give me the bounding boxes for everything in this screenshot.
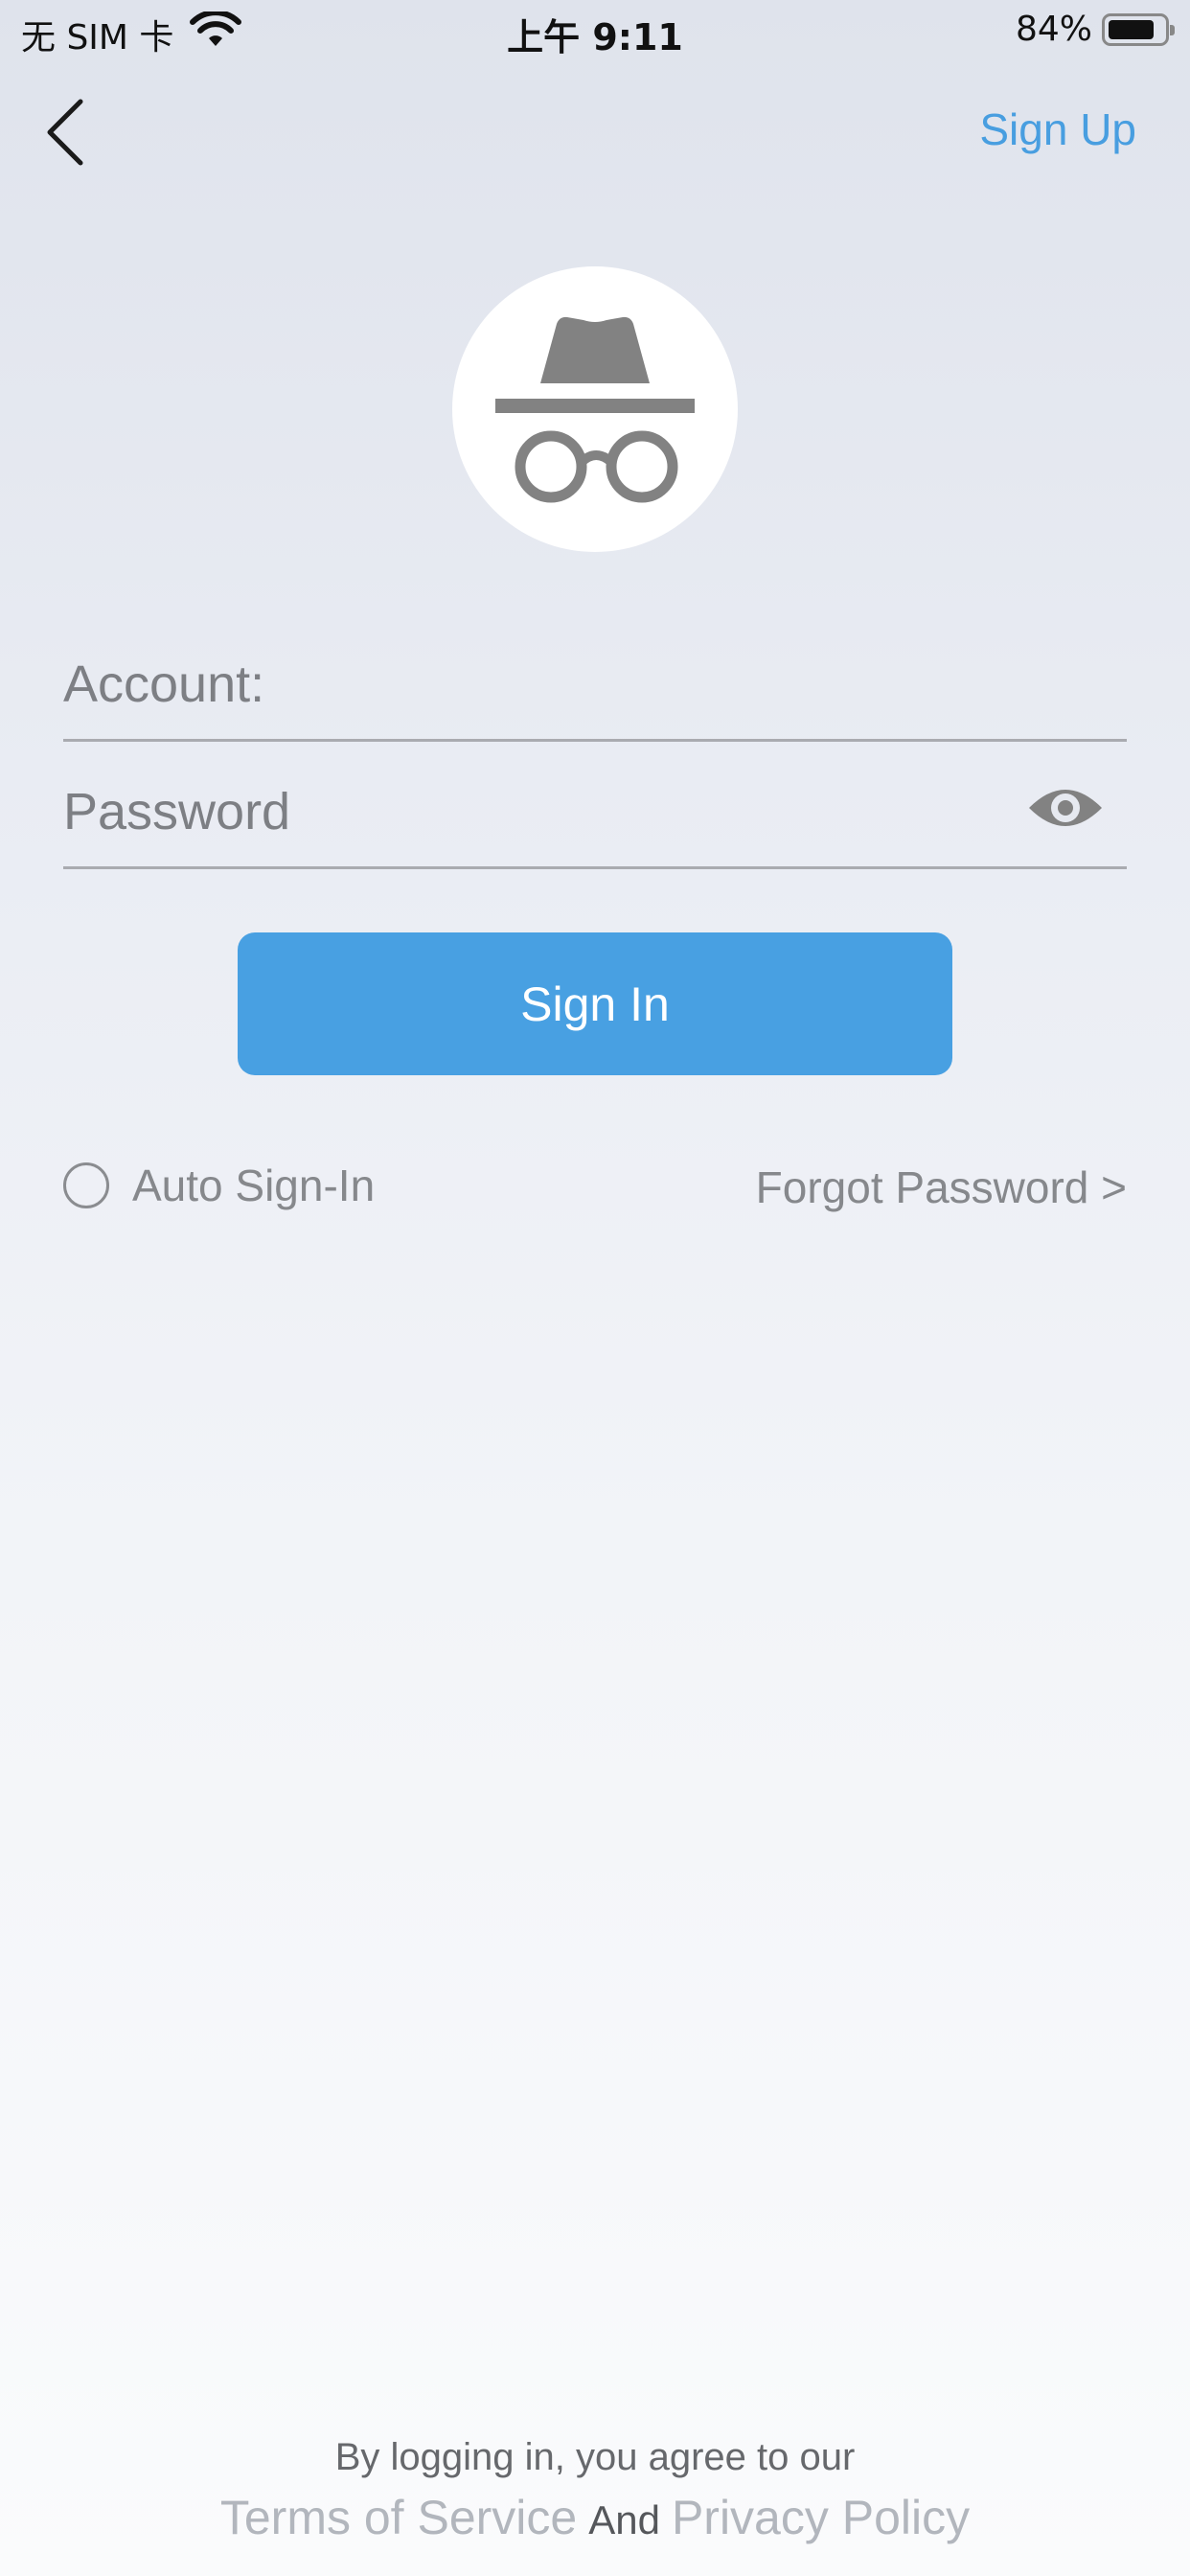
back-button[interactable]	[38, 96, 96, 169]
auto-sign-in-option[interactable]: Auto Sign-In	[63, 1160, 375, 1211]
eye-icon	[1029, 790, 1102, 826]
password-input[interactable]	[63, 773, 983, 850]
status-bar: 无 SIM 卡 上午 9:11 84%	[0, 0, 1190, 67]
privacy-policy-link[interactable]: Privacy Policy	[672, 2491, 970, 2544]
sign-in-button[interactable]: Sign In	[238, 932, 952, 1075]
battery-percent: 84%	[1015, 10, 1092, 49]
battery-cap	[1170, 24, 1175, 35]
sign-up-link[interactable]: Sign Up	[979, 104, 1136, 155]
status-right: 84%	[1015, 10, 1175, 49]
battery-level	[1109, 19, 1154, 39]
agreement-text: By logging in, you agree to our	[334, 2436, 856, 2478]
account-input[interactable]	[63, 646, 983, 723]
battery-icon	[1102, 12, 1175, 46]
auto-sign-in-label: Auto Sign-In	[132, 1161, 376, 1210]
chevron-left-icon	[47, 99, 83, 166]
status-time: 上午 9:11	[507, 16, 683, 58]
account-field	[63, 627, 1127, 742]
password-field	[63, 754, 1127, 869]
incognito-icon	[495, 316, 695, 503]
login-screen: 无 SIM 卡 上午 9:11 84% Sign Up Account: Sig…	[0, 0, 1190, 2576]
terms-of-service-link[interactable]: Terms of Service	[220, 2491, 577, 2544]
forgot-password-link[interactable]: Forgot Password >	[756, 1162, 1127, 1213]
show-password-toggle[interactable]	[1027, 781, 1104, 835]
auto-sign-in-radio[interactable]	[63, 1162, 109, 1208]
avatar	[452, 266, 738, 552]
legal-links: Terms of Service And Privacy Policy	[0, 2490, 1190, 2545]
legal-and-text: And	[588, 2497, 660, 2542]
